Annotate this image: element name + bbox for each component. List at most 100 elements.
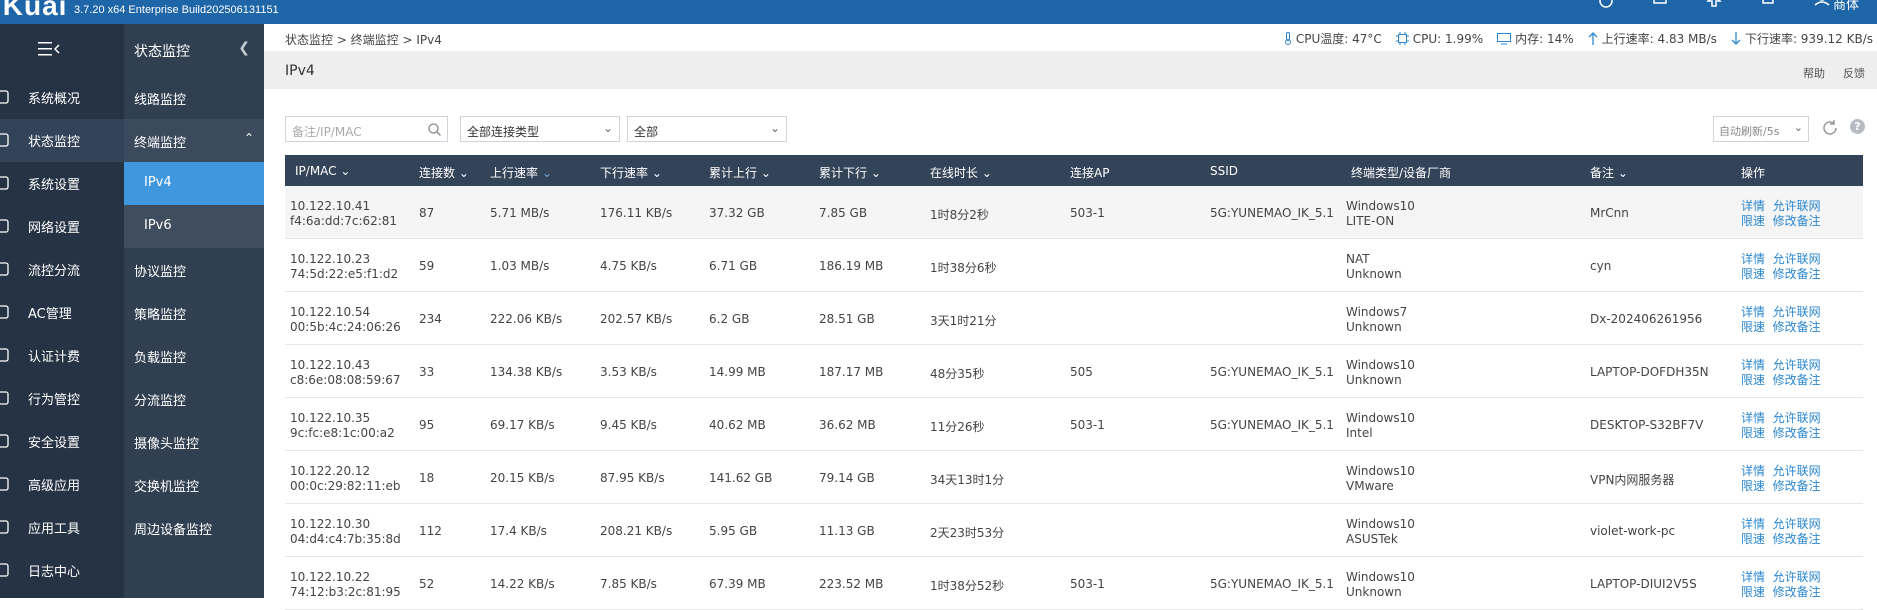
detail-link[interactable]: 详情: [1741, 570, 1765, 584]
allow-network-link[interactable]: 允许联网: [1773, 411, 1821, 425]
allow-network-link[interactable]: 允许联网: [1773, 252, 1821, 266]
subnav-item-load[interactable]: 负载监控: [124, 334, 264, 377]
nav-item-7[interactable]: 行为管控: [0, 377, 124, 420]
cell-online: 48分35秒: [930, 367, 985, 381]
table-row[interactable]: 10.122.20.12 00:0c:29:82:11:eb 18 20.15 KB/…: [285, 451, 1863, 504]
cell-note: DESKTOP-S32BF7V: [1590, 418, 1704, 432]
table-row[interactable]: 10.122.10.41 f4:6a:dd:7c:62:81 87 5.71 MB/s…: [285, 186, 1863, 239]
nav-item-3[interactable]: 网络设置: [0, 205, 124, 248]
table-row[interactable]: 10.122.10.30 04:d4:c4:7b:35:8d 112 17.4 KB/…: [285, 504, 1863, 557]
rate-limit-link[interactable]: 限速: [1741, 479, 1765, 493]
allow-network-link[interactable]: 允许联网: [1773, 199, 1821, 213]
col-conns[interactable]: 连接数 ⌄: [419, 164, 469, 181]
nav-item-0[interactable]: 系统概况: [0, 76, 124, 119]
rate-limit-link[interactable]: 限速: [1741, 532, 1765, 546]
edit-note-link[interactable]: 修改备注: [1773, 479, 1821, 493]
subnav-item-ipv4[interactable]: IPv4: [124, 162, 264, 205]
rate-limit-link[interactable]: 限速: [1741, 267, 1765, 281]
detail-link[interactable]: 详情: [1741, 517, 1765, 531]
col-online[interactable]: 在线时长 ⌄: [930, 164, 992, 181]
table-row[interactable]: 10.122.10.22 74:12:b3:2c:81:95 52 14.22 KB/…: [285, 557, 1863, 610]
cell-up-rate: 17.4 KB/s: [490, 524, 547, 538]
edit-note-link[interactable]: 修改备注: [1773, 320, 1821, 334]
rate-limit-link[interactable]: 限速: [1741, 214, 1765, 228]
table-row[interactable]: 10.122.10.54 00:5b:4c:24:06:26 234 222.06 K…: [285, 292, 1863, 345]
col-ipmac[interactable]: IP/MAC ⌄: [295, 164, 350, 178]
edit-note-link[interactable]: 修改备注: [1773, 373, 1821, 387]
detail-link[interactable]: 详情: [1741, 411, 1765, 425]
nav-item-4[interactable]: 流控分流: [0, 248, 124, 291]
nav-item-8[interactable]: 安全设置: [0, 420, 124, 463]
nav-item-9[interactable]: 高级应用: [0, 463, 124, 506]
allow-network-link[interactable]: 允许联网: [1773, 570, 1821, 584]
search-input[interactable]: 备注/IP/MAC: [285, 116, 448, 142]
collapse-menu-icon[interactable]: [38, 41, 60, 57]
table-row[interactable]: 10.122.10.35 9c:fc:e8:1c:00:a2 95 69.17 KB/…: [285, 398, 1863, 451]
allow-network-link[interactable]: 允许联网: [1773, 517, 1821, 531]
col-total-down[interactable]: 累计下行 ⌄: [819, 164, 881, 181]
cell-down-rate: 7.85 KB/s: [600, 577, 657, 591]
chat-icon[interactable]: [1651, 0, 1669, 10]
cell-up-rate: 1.03 MB/s: [490, 259, 550, 273]
help-link[interactable]: 帮助: [1803, 65, 1825, 81]
scope-select[interactable]: 全部 ⌄: [627, 116, 787, 142]
globe-icon[interactable]: [1597, 0, 1615, 10]
cell-up-rate: 134.38 KB/s: [490, 365, 563, 379]
subnav-item-switch[interactable]: 交换机监控: [124, 463, 264, 506]
edit-note-link[interactable]: 修改备注: [1773, 214, 1821, 228]
nav-item-11[interactable]: 日志中心: [0, 549, 124, 592]
edit-note-link[interactable]: 修改备注: [1773, 585, 1821, 599]
edit-note-link[interactable]: 修改备注: [1773, 532, 1821, 546]
col-note[interactable]: 备注 ⌄: [1590, 164, 1628, 181]
cell-ipmac: 10.122.10.43 c8:6e:08:08:59:67: [290, 358, 401, 387]
nav-item-6[interactable]: 认证计费: [0, 334, 124, 377]
bell-icon[interactable]: [1759, 0, 1777, 10]
col-up-rate[interactable]: 上行速率 ⌄: [490, 164, 552, 181]
detail-link[interactable]: 详情: [1741, 199, 1765, 213]
subnav-item-policy[interactable]: 策略监控: [124, 291, 264, 334]
connection-type-select[interactable]: 全部连接类型 ⌄: [460, 116, 620, 142]
cell-actions: 详情 允许联网 限速 修改备注: [1741, 199, 1821, 229]
allow-network-link[interactable]: 允许联网: [1773, 358, 1821, 372]
col-total-up[interactable]: 累计上行 ⌄: [709, 164, 771, 181]
subnav-item-ipv6[interactable]: IPv6: [124, 205, 264, 248]
edit-note-link[interactable]: 修改备注: [1773, 426, 1821, 440]
upgrade-icon[interactable]: [1705, 0, 1723, 10]
col-down-rate[interactable]: 下行速率 ⌄: [600, 164, 662, 181]
rate-limit-link[interactable]: 限速: [1741, 373, 1765, 387]
rate-limit-link[interactable]: 限速: [1741, 320, 1765, 334]
detail-link[interactable]: 详情: [1741, 305, 1765, 319]
subnav-item-label: 周边设备监控: [134, 523, 213, 538]
detail-link[interactable]: 详情: [1741, 464, 1765, 478]
collapse-subnav-icon[interactable]: ❮: [238, 40, 250, 56]
subnav-item-peripheral[interactable]: 周边设备监控: [124, 506, 264, 549]
allow-network-link[interactable]: 允许联网: [1773, 305, 1821, 319]
table-row[interactable]: 10.122.10.43 c8:6e:08:08:59:67 33 134.38 KB…: [285, 345, 1863, 398]
subnav-item-split[interactable]: 分流监控: [124, 377, 264, 420]
refresh-icon[interactable]: [1821, 119, 1839, 137]
subnav-item-camera[interactable]: 摄像头监控: [124, 420, 264, 463]
nav-item-2[interactable]: 系统设置: [0, 162, 124, 205]
search-icon[interactable]: [428, 123, 441, 136]
nav-item-label: 系统概况: [28, 92, 81, 107]
user-name[interactable]: 商体: [1833, 0, 1859, 13]
nav-item-1[interactable]: 状态监控: [0, 119, 124, 162]
detail-link[interactable]: 详情: [1741, 358, 1765, 372]
nav-item-5[interactable]: AC管理: [0, 291, 124, 334]
detail-link[interactable]: 详情: [1741, 252, 1765, 266]
nav-item-10[interactable]: 应用工具: [0, 506, 124, 549]
user-icon[interactable]: [1813, 0, 1831, 10]
help-icon[interactable]: ?: [1850, 119, 1865, 134]
subnav-item-line[interactable]: 线路监控: [124, 76, 264, 119]
edit-note-link[interactable]: 修改备注: [1773, 267, 1821, 281]
auto-refresh-select[interactable]: 自动刷新/5s ⌄: [1713, 116, 1809, 142]
subnav-item-terminal[interactable]: 终端监控 ⌃: [124, 119, 264, 162]
menu-toggle[interactable]: [0, 24, 124, 76]
subnav-item-protocol[interactable]: 协议监控: [124, 248, 264, 291]
nav-item-label: 应用工具: [28, 522, 81, 537]
table-row[interactable]: 10.122.10.23 74:5d:22:e5:f1:d2 59 1.03 MB/s…: [285, 239, 1863, 292]
rate-limit-link[interactable]: 限速: [1741, 426, 1765, 440]
allow-network-link[interactable]: 允许联网: [1773, 464, 1821, 478]
rate-limit-link[interactable]: 限速: [1741, 585, 1765, 599]
feedback-link[interactable]: 反馈: [1843, 65, 1865, 81]
